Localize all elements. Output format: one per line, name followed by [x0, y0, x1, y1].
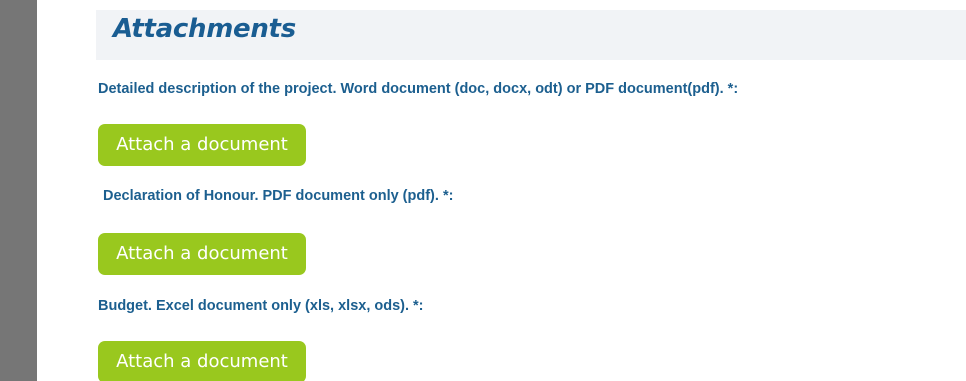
left-sidebar-strip [0, 0, 37, 381]
budget-label: Budget. Excel document only (xls, xlsx, … [98, 298, 424, 314]
project-description-label: Detailed description of the project. Wor… [98, 81, 739, 97]
section-title: Attachments [113, 14, 296, 44]
attachments-page: Attachments Detailed description of the … [0, 0, 966, 381]
declaration-of-honour-label: Declaration of Honour. PDF document only… [103, 188, 454, 204]
attach-project-description-button[interactable]: Attach a document [98, 124, 306, 166]
attach-budget-button[interactable]: Attach a document [98, 341, 306, 381]
attach-declaration-of-honour-button[interactable]: Attach a document [98, 233, 306, 275]
